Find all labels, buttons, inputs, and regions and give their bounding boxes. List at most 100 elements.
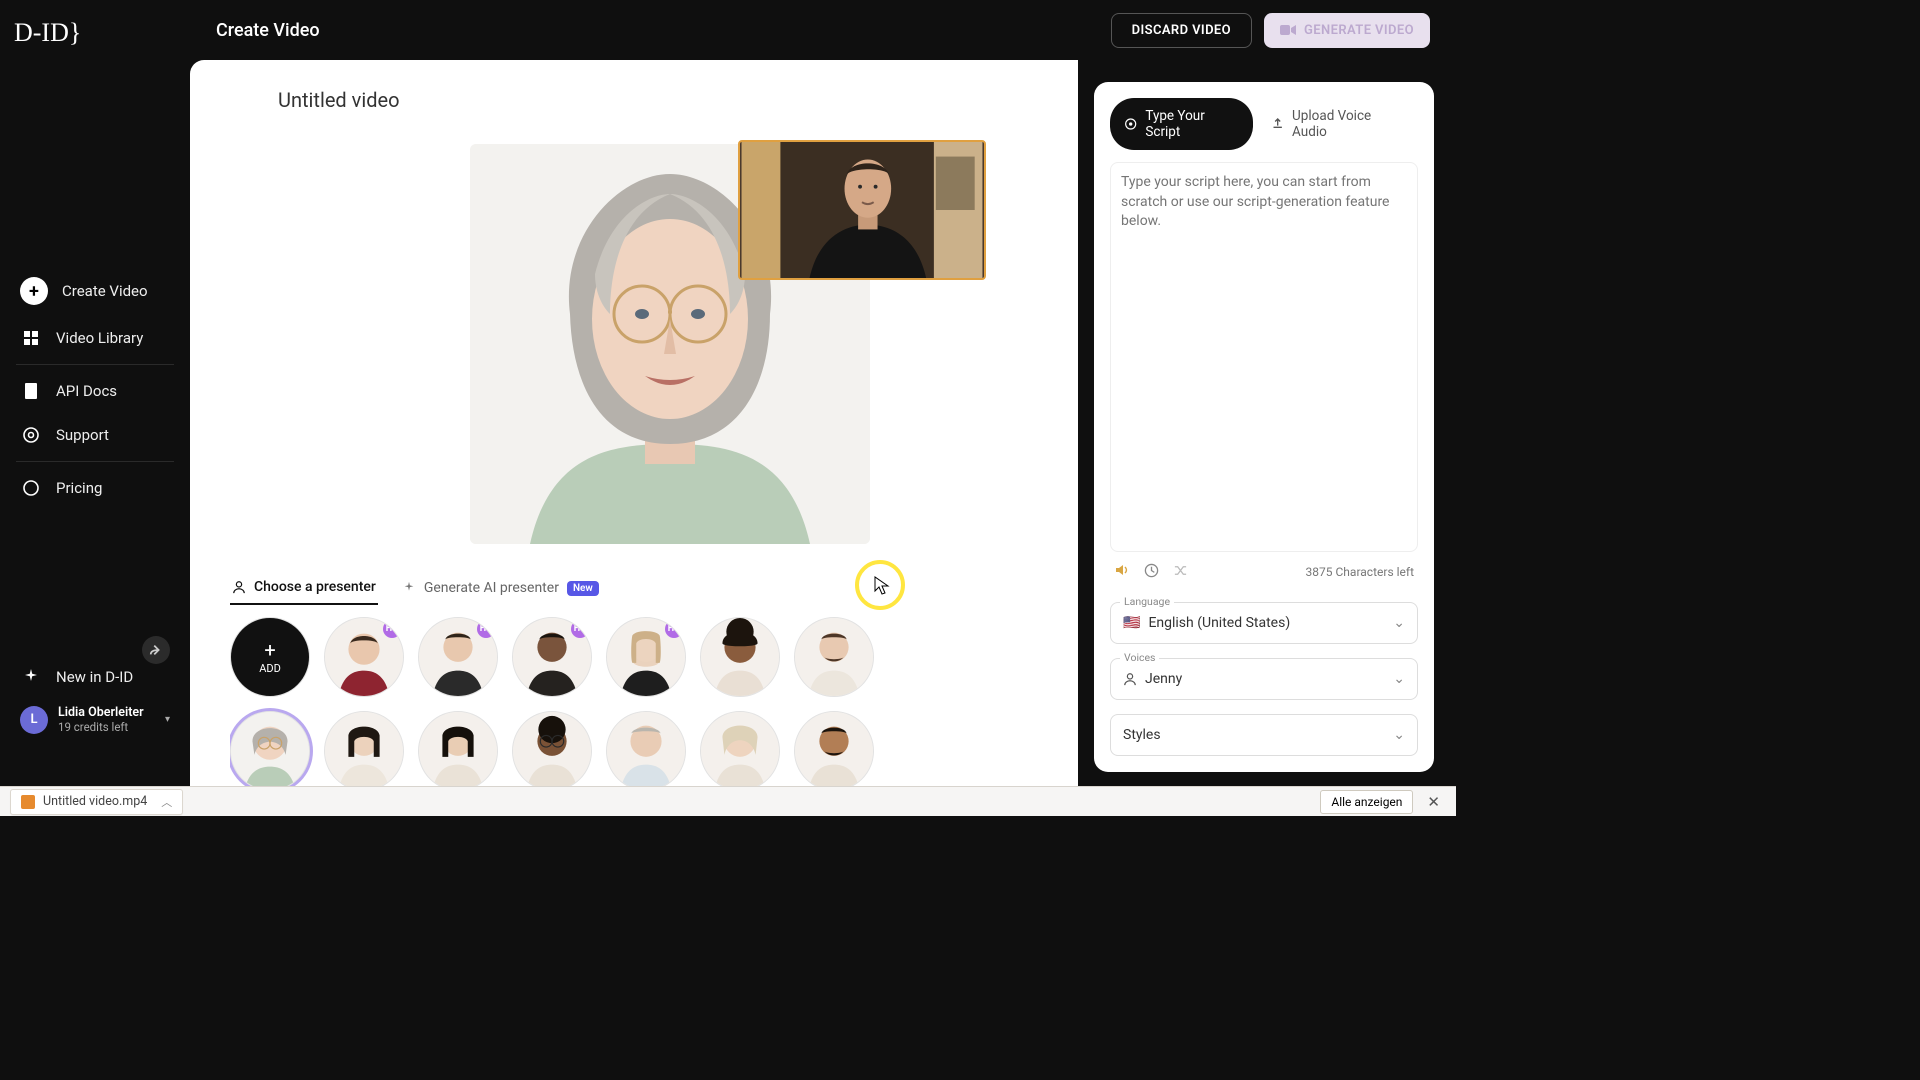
sidebar-item-label: New in D-ID	[56, 668, 133, 686]
tab-upload-audio[interactable]: Upload Voice Audio	[1257, 98, 1418, 150]
person-icon	[232, 580, 246, 594]
hq-badge: HQ	[477, 620, 495, 638]
tab-choose-presenter[interactable]: Choose a presenter	[230, 571, 378, 605]
presenter-tabs: Choose a presenter Generate AI presenter…	[230, 571, 1066, 605]
presenter-grid: + ADD HQ HQ HQ HQ	[230, 617, 922, 791]
presenter-item[interactable]	[606, 711, 686, 791]
file-icon	[21, 795, 35, 809]
add-presenter-button[interactable]: + ADD	[230, 617, 310, 697]
characters-left: 3875 Characters left	[1306, 565, 1414, 579]
language-field: Language 🇺🇸 English (United States) ⌄	[1110, 602, 1418, 644]
divider	[16, 364, 174, 365]
sidebar-item-label: API Docs	[56, 382, 117, 400]
target-icon	[1124, 117, 1137, 131]
select-value: Jenny	[1145, 671, 1182, 687]
presenter-item-selected[interactable]	[230, 711, 310, 791]
video-icon	[1280, 24, 1296, 36]
sidebar-item-api-docs[interactable]: API Docs	[6, 369, 184, 413]
chevron-down-icon: ⌄	[1393, 671, 1405, 687]
sparkle-icon	[20, 666, 42, 688]
main-canvas: Untitled video	[190, 60, 1078, 790]
webcam-overlay[interactable]	[738, 140, 986, 280]
plus-icon: +	[264, 640, 275, 660]
header-actions: DISCARD VIDEO GENERATE VIDEO	[1111, 13, 1430, 48]
show-all-downloads[interactable]: Alle anzeigen	[1320, 790, 1413, 814]
preview-stage	[350, 136, 990, 551]
sidebar-bottom: New in D-ID L Lidia Oberleiter 19 credit…	[0, 655, 190, 740]
sidebar-item-label: Pricing	[56, 479, 102, 497]
download-item[interactable]: Untitled video.mp4 ︿	[10, 789, 183, 815]
presenter-item[interactable]	[418, 711, 498, 791]
chevron-down-icon: ⌄	[1393, 727, 1405, 743]
document-icon	[20, 380, 42, 402]
presenter-item[interactable]: HQ	[324, 617, 404, 697]
upload-icon	[1271, 117, 1284, 131]
presenter-item[interactable]	[700, 617, 780, 697]
tab-label: Generate AI presenter	[424, 580, 559, 596]
presenter-item[interactable]	[512, 711, 592, 791]
chevron-down-icon: ⌄	[1393, 615, 1405, 631]
field-label: Language	[1120, 595, 1174, 608]
tab-generate-presenter[interactable]: Generate AI presenter New	[400, 572, 601, 604]
sparkle-icon	[402, 581, 416, 595]
download-bar: Untitled video.mp4 ︿ Alle anzeigen ✕	[0, 786, 1456, 816]
presenter-item[interactable]	[794, 711, 874, 791]
sidebar-item-create-video[interactable]: + Create Video	[6, 266, 184, 316]
chevron-up-icon: ︿	[161, 794, 172, 810]
flag-icon: 🇺🇸	[1123, 615, 1140, 631]
hq-badge: HQ	[665, 620, 683, 638]
avatar: L	[20, 706, 48, 734]
chevron-down-icon: ▾	[165, 714, 170, 725]
voices-field: Voices Jenny ⌄	[1110, 658, 1418, 700]
close-icon[interactable]: ✕	[1421, 793, 1446, 811]
user-name: Lidia Oberleiter	[58, 705, 155, 720]
tab-label: Choose a presenter	[254, 579, 376, 595]
sidebar-item-video-library[interactable]: Video Library	[6, 316, 184, 360]
webcam-image	[740, 142, 984, 278]
user-menu[interactable]: L Lidia Oberleiter 19 credits left ▾	[6, 699, 184, 740]
header: Create Video DISCARD VIDEO GENERATE VIDE…	[190, 0, 1456, 60]
presenter-item[interactable]: HQ	[606, 617, 686, 697]
select-value: English (United States)	[1148, 615, 1290, 631]
generate-button[interactable]: GENERATE VIDEO	[1264, 13, 1430, 48]
styles-select[interactable]: Styles ⌄	[1110, 714, 1418, 756]
script-textarea[interactable]	[1110, 162, 1418, 552]
new-badge: New	[567, 581, 599, 596]
tab-type-script[interactable]: Type Your Script	[1110, 98, 1253, 150]
script-toolbar: 3875 Characters left	[1110, 552, 1418, 588]
script-panel: Type Your Script Upload Voice Audio 3875…	[1094, 82, 1434, 772]
presenter-item[interactable]	[324, 711, 404, 791]
sidebar-item-support[interactable]: Support	[6, 413, 184, 457]
video-title-input[interactable]: Untitled video	[278, 88, 1066, 112]
plus-icon: +	[20, 277, 48, 305]
presenter-item[interactable]: HQ	[418, 617, 498, 697]
download-filename: Untitled video.mp4	[43, 794, 147, 809]
styles-field: Styles ⌄	[1110, 714, 1418, 756]
voices-select[interactable]: Jenny ⌄	[1110, 658, 1418, 700]
user-meta: Lidia Oberleiter 19 credits left	[58, 705, 155, 734]
share-button[interactable]	[142, 636, 170, 664]
presenter-grid-scroll[interactable]: + ADD HQ HQ HQ HQ	[230, 617, 930, 812]
sidebar-nav: + Create Video Video Library API Docs Su…	[0, 266, 190, 510]
sidebar-item-label: Support	[56, 426, 109, 444]
sidebar-item-pricing[interactable]: Pricing	[6, 466, 184, 510]
shuffle-icon[interactable]	[1173, 563, 1188, 582]
speaker-icon[interactable]	[1114, 562, 1130, 582]
sidebar: D-ID} + Create Video Video Library API D…	[0, 0, 190, 790]
grid-icon	[20, 327, 42, 349]
clock-icon[interactable]	[1144, 563, 1159, 582]
tab-label: Upload Voice Audio	[1292, 108, 1404, 140]
add-label: ADD	[259, 662, 281, 675]
script-tabs: Type Your Script Upload Voice Audio	[1110, 98, 1418, 150]
discard-button[interactable]: DISCARD VIDEO	[1111, 13, 1252, 48]
user-credits: 19 credits left	[58, 720, 155, 734]
language-select[interactable]: 🇺🇸 English (United States) ⌄	[1110, 602, 1418, 644]
sidebar-item-label: Create Video	[62, 282, 148, 300]
hq-badge: HQ	[383, 620, 401, 638]
logo: D-ID}	[0, 0, 190, 66]
presenter-item[interactable]	[700, 711, 780, 791]
presenter-item[interactable]	[794, 617, 874, 697]
presenter-item[interactable]: HQ	[512, 617, 592, 697]
person-icon	[1123, 672, 1137, 686]
select-value: Styles	[1123, 727, 1161, 743]
